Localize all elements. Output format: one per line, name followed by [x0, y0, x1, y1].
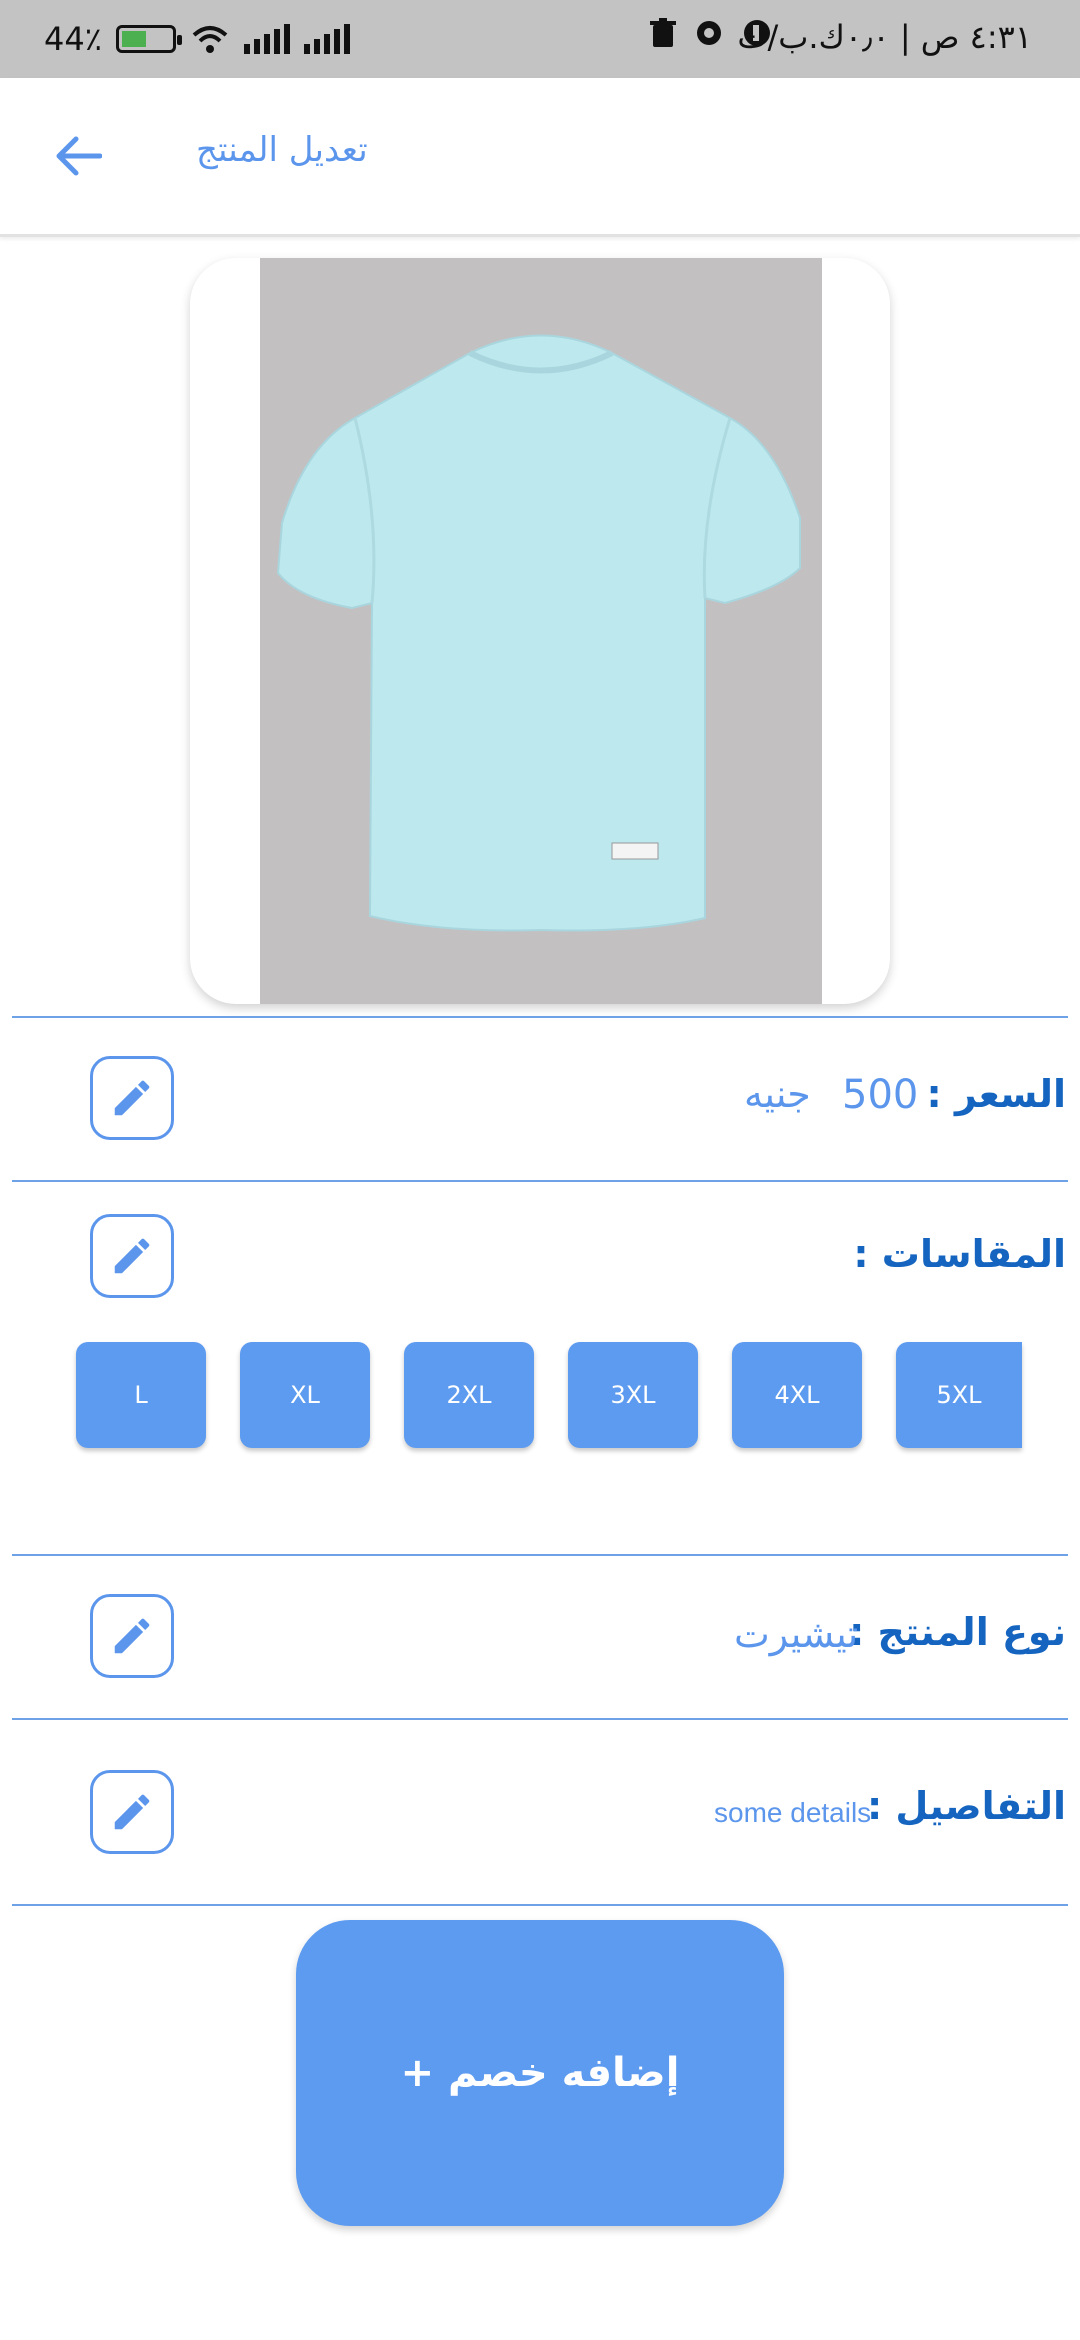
details-value: some details: [714, 1797, 872, 1828]
pencil-icon: [114, 1238, 150, 1274]
edit-price-button[interactable]: [90, 1056, 174, 1140]
signal-icon-2: [303, 24, 350, 54]
edit-details-button[interactable]: [90, 1770, 174, 1854]
divider: [12, 1180, 1068, 1182]
status-left-group: 44٪: [44, 14, 350, 64]
edit-product-type-button[interactable]: [90, 1594, 174, 1678]
size-chip-4xl[interactable]: 4XL: [732, 1342, 862, 1448]
status-bar: 44٪ ٤:٣١ ص | ٠٫٠ك.ب/ث: [0, 0, 1080, 78]
edit-sizes-button[interactable]: [90, 1214, 174, 1298]
size-chip-2xl[interactable]: 2XL: [404, 1342, 534, 1448]
app-bar: تعديل المنتج: [0, 78, 1080, 237]
arrow-left-icon: [56, 136, 102, 176]
status-time: ٤:٣١ ص | ٠٫٠ك.ب/ث: [737, 18, 1032, 56]
size-list: L XL 2XL 3XL 4XL 5XL: [76, 1342, 1056, 1448]
divider: [12, 1904, 1068, 1906]
details-label: التفاصيل :: [867, 1784, 1066, 1828]
page-title: تعديل المنتج: [196, 130, 368, 170]
pencil-icon: [114, 1618, 150, 1654]
price-value: 500: [842, 1072, 919, 1118]
pencil-icon: [114, 1794, 150, 1830]
size-chip-5xl[interactable]: 5XL: [896, 1342, 1022, 1448]
size-chip-xl[interactable]: XL: [240, 1342, 370, 1448]
price-label: السعر :: [926, 1072, 1066, 1116]
signal-icon-1: [243, 24, 290, 54]
size-chip-3xl[interactable]: 3XL: [568, 1342, 698, 1448]
size-chip-l[interactable]: L: [76, 1342, 206, 1448]
price-currency: جنيه: [744, 1072, 811, 1116]
wifi-icon: [192, 26, 228, 53]
product-type-value: تيشيرت: [734, 1612, 859, 1656]
battery-percent: 44٪: [44, 20, 102, 58]
divider: [12, 1718, 1068, 1720]
divider: [12, 1016, 1068, 1018]
product-type-label: نوع المنتج :: [849, 1610, 1066, 1654]
notification-app-icon: [697, 21, 721, 45]
divider: [12, 1554, 1068, 1556]
back-button[interactable]: [48, 126, 108, 186]
add-discount-button[interactable]: إضافه خصم +: [296, 1920, 784, 2226]
sizes-label: المقاسات :: [853, 1232, 1066, 1276]
battery-icon: [115, 25, 182, 53]
trash-icon: [650, 18, 676, 47]
tshirt-image: [276, 334, 801, 932]
product-photo: [260, 258, 822, 1004]
product-image-card[interactable]: [190, 258, 890, 1004]
pencil-icon: [114, 1080, 150, 1116]
